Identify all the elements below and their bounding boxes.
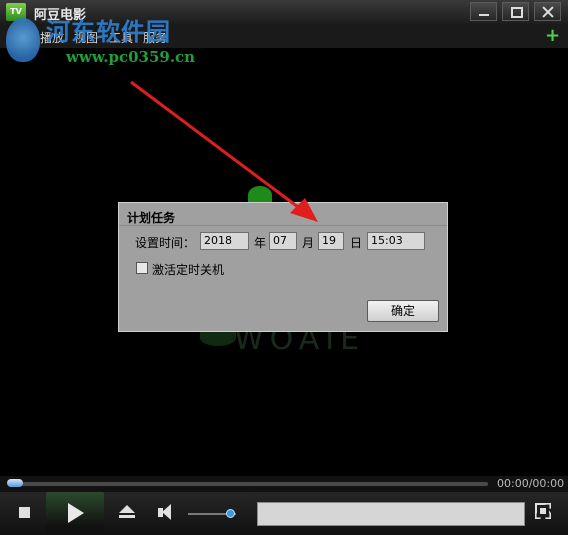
day-field[interactable]: 19	[318, 232, 344, 250]
day-unit-label: 日	[350, 236, 363, 250]
schedule-dialog: 计划任务 设置时间： 2018 年 07 月 19 日 15:03 激活定时关机…	[118, 202, 448, 332]
time-field[interactable]: 15:03	[367, 232, 425, 250]
maximize-button[interactable]	[502, 2, 529, 21]
watermark-title: 河东软件园	[46, 18, 171, 46]
minimize-button[interactable]	[470, 2, 497, 21]
watermark-logo-icon	[6, 18, 40, 62]
seek-track[interactable]	[8, 482, 488, 486]
play-icon[interactable]	[46, 492, 104, 535]
seek-handle[interactable]	[7, 479, 23, 487]
control-bar	[0, 492, 568, 535]
dialog-divider	[119, 225, 447, 226]
time-display: 00:00/00:00	[497, 477, 565, 490]
ok-button[interactable]: 确定	[367, 300, 439, 322]
shutdown-checkbox[interactable]	[136, 262, 148, 274]
stop-icon[interactable]	[8, 492, 44, 535]
fullscreen-icon[interactable]	[535, 503, 555, 523]
eject-icon[interactable]	[110, 492, 146, 535]
volume-handle[interactable]	[226, 509, 235, 518]
volume-icon[interactable]	[150, 492, 186, 535]
url-input[interactable]	[257, 502, 525, 526]
watermark-url: www.pc0359.cn	[66, 48, 196, 66]
shutdown-checkbox-label[interactable]: 激活定时关机	[152, 261, 224, 278]
month-field[interactable]: 07	[269, 232, 297, 250]
year-unit-label: 年	[254, 236, 267, 250]
year-field[interactable]: 2018	[200, 232, 249, 250]
close-button[interactable]	[534, 2, 561, 21]
progress-bar: 00:00/00:00	[0, 476, 568, 492]
add-icon[interactable]: +	[545, 25, 560, 46]
background-leaf-shape	[200, 330, 236, 346]
dialog-title: 计划任务	[127, 211, 176, 225]
player-window: TV 阿豆电影 播放 视图 工具 服务 + WOAIE 河东软件园 www.pc…	[0, 0, 568, 535]
time-label: 设置时间：	[135, 236, 196, 250]
month-unit-label: 月	[302, 236, 315, 250]
